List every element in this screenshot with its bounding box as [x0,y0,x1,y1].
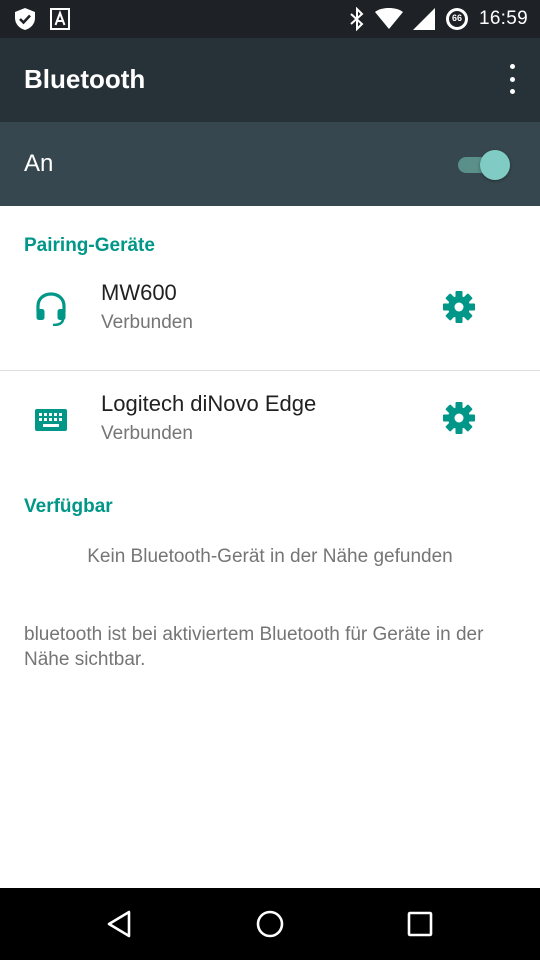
device-status: Verbunden [101,423,193,444]
navigation-bar [0,888,540,960]
more-vert-icon[interactable] [504,64,520,94]
toggle-thumb [480,150,510,180]
battery-icon: 66 [445,7,469,31]
battery-level: 66 [451,13,462,23]
bluetooth-toggle[interactable] [458,148,512,180]
app-bar: Bluetooth [0,38,540,122]
recents-icon[interactable] [404,908,436,940]
visibility-info-text: bluetooth ist bei aktiviertem Bluetooth … [24,624,484,670]
switch-label: An [24,150,54,177]
wifi-icon [374,8,403,29]
available-devices-header: Verfügbar [24,496,113,517]
bluetooth-settings-screen: 66 16:59 Bluetooth An Pairing-Geräte MW6… [0,0,540,960]
device-name: Logitech diNovo Edge [101,391,317,416]
device-name: MW600 [101,280,177,305]
clock: 16:59 [478,8,528,29]
bluetooth-icon [350,7,364,31]
status-bar: 66 16:59 [0,0,540,38]
device-row-mw600[interactable]: MW600 Verbunden [0,260,540,370]
headset-icon [36,292,66,326]
no-devices-message: Kein Bluetooth-Gerät in der Nähe gefunde… [87,546,453,567]
keyboard-icon [35,409,67,431]
signal-icon [412,8,435,30]
device-row-logitech-dinovo-edge[interactable]: Logitech diNovo Edge Verbunden [0,371,540,481]
back-icon[interactable] [104,908,136,940]
page-title: Bluetooth [24,64,146,94]
device-status: Verbunden [101,312,193,333]
home-icon[interactable] [254,908,286,940]
paired-devices-header: Pairing-Geräte [24,235,155,256]
gear-icon[interactable] [442,290,476,324]
a-notification-icon [50,8,70,30]
shield-check-icon [15,8,35,30]
gear-icon[interactable] [442,401,476,435]
